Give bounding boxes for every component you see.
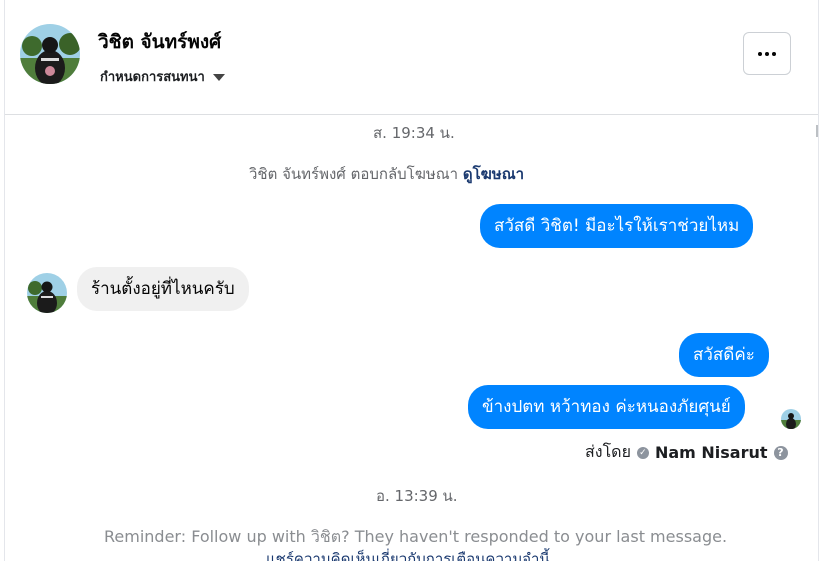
conversation-settings-dropdown[interactable]: กำหนดการสนทนา <box>100 66 225 87</box>
ad-reply-notice: วิชิต จันทร์พงศ์ ตอบกลับโฆษณา ดูโฆษณา <box>249 162 524 186</box>
messenger-thread-view: วิชิต จันทร์พงศ์ กำหนดการสนทนา ส. 19:34 … <box>0 0 820 561</box>
sender-name[interactable]: Nam Nisarut <box>655 443 768 462</box>
conversation-settings-label: กำหนดการสนทนา <box>100 70 205 85</box>
incoming-message[interactable]: ร้านตั้งอยู่ที่ไหนครับ <box>77 267 249 311</box>
contact-name[interactable]: วิชิต จันทร์พงศ์ <box>98 27 221 57</box>
contact-avatar[interactable] <box>20 24 80 84</box>
view-ad-link[interactable]: ดูโฆษณา <box>463 165 524 183</box>
reminder-feedback: แชร์ความคิดเห็นเกี่ยวกับการเตือนความจำนี… <box>266 547 550 561</box>
conversation-header: วิชิต จันทร์พงศ์ กำหนดการสนทนา <box>5 0 818 115</box>
contact-avatar-small[interactable] <box>27 273 67 313</box>
outgoing-message[interactable]: สวัสดีค่ะ <box>679 333 769 377</box>
check-circle-icon: ✓ <box>636 446 649 459</box>
question-icon[interactable]: ? <box>773 445 788 460</box>
right-divider <box>818 0 819 561</box>
sent-by-line: ส่งโดย ✓ Nam Nisarut ? <box>585 440 788 465</box>
caret-down-icon <box>212 74 225 81</box>
ad-reply-text: วิชิต จันทร์พงศ์ ตอบกลับโฆษณา <box>249 165 459 183</box>
more-dots-icon <box>758 51 776 56</box>
timestamp-tuesday: อ. 13:39 น. <box>376 487 458 505</box>
reminder-feedback-link[interactable]: แชร์ความคิดเห็นเกี่ยวกับการเตือนความจำนี… <box>266 550 550 561</box>
sent-by-label: ส่งโดย <box>585 442 631 461</box>
more-options-button[interactable] <box>743 32 791 75</box>
outgoing-message[interactable]: ข้างปตท หว้าทอง ค่ะหนองภัยศุนย์ <box>468 385 745 429</box>
scrollbar-thumb[interactable] <box>816 125 818 137</box>
seen-receipt-avatar <box>781 409 801 429</box>
timestamp-saturday: ส. 19:34 น. <box>373 124 455 142</box>
outgoing-message[interactable]: สวัสดี วิชิต! มีอะไรให้เราช่วยไหม <box>480 204 754 248</box>
